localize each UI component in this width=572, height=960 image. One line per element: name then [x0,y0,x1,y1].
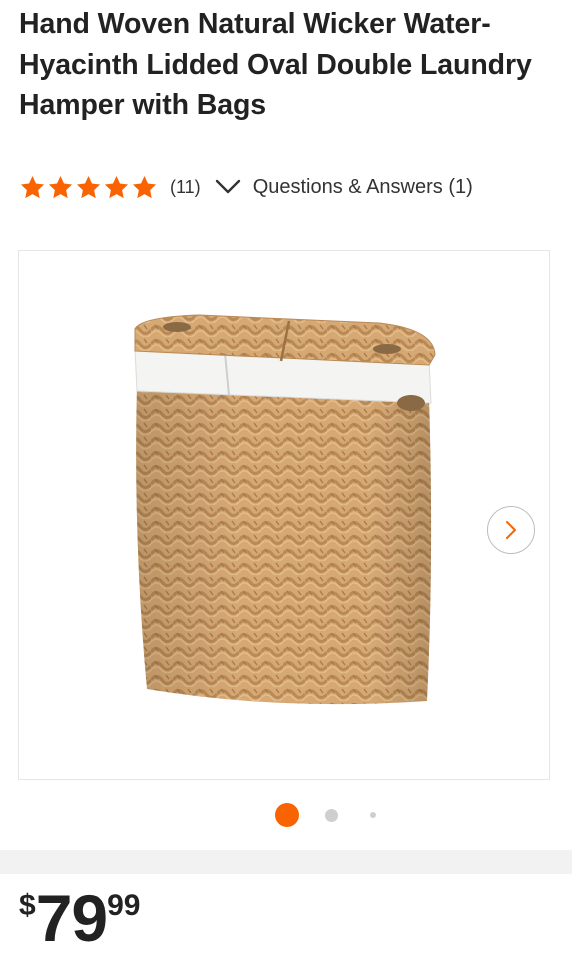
product-title: Hand Woven Natural Wicker Water-Hyacinth… [19,8,532,121]
star-icon [132,175,157,198]
product-price: $ 79 99 [19,885,140,951]
rating-row: (11) Questions & Answers (1) [19,172,473,202]
next-image-button[interactable] [487,506,535,554]
star-icon [20,175,45,198]
section-divider [0,850,572,874]
product-image [134,314,436,705]
questions-answers-link[interactable]: Questions & Answers (1) [253,176,473,199]
rating-stars[interactable] [19,174,158,201]
star-icon [48,175,73,198]
price-currency: $ [19,889,36,922]
image-pagination [0,800,572,830]
pagination-dot[interactable] [325,809,338,822]
review-count[interactable]: (11) [170,177,201,198]
price-cents: 99 [107,889,141,922]
chevron-right-icon [506,521,516,539]
pagination-dot-active[interactable] [275,803,299,827]
star-icon [76,175,101,198]
star-icon [104,175,129,198]
price-dollars: 79 [35,881,108,955]
pagination-dot[interactable] [370,812,376,818]
product-image-gallery[interactable] [18,250,550,780]
chevron-down-icon[interactable] [215,178,241,196]
